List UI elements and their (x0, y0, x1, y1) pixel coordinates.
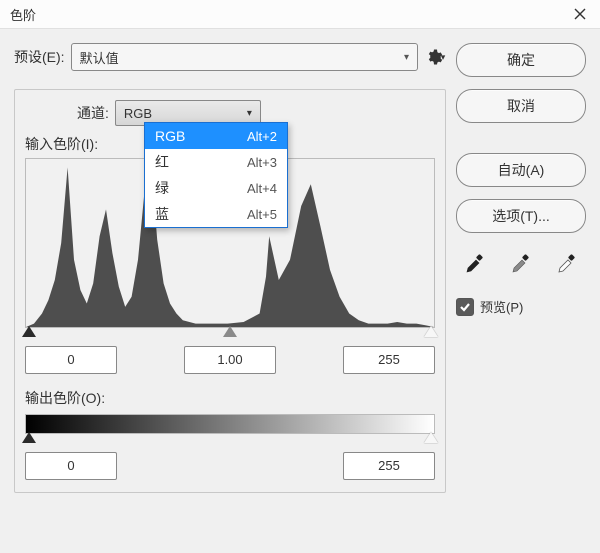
preset-combo[interactable]: 默认值 ▾ (71, 43, 418, 71)
eyedropper-black-icon (462, 252, 488, 276)
channel-option-shortcut: Alt+4 (247, 181, 277, 196)
chevron-down-icon: ▾ (404, 52, 409, 63)
eyedropper-gray-button[interactable] (502, 249, 540, 279)
window-title: 色阶 (10, 5, 36, 24)
channel-dropdown[interactable]: RGB Alt+2 红 Alt+3 绿 Alt+4 蓝 Alt+5 (144, 122, 288, 228)
preview-label: 预览(P) (480, 297, 523, 316)
auto-button[interactable]: 自动(A) (456, 153, 586, 187)
preview-row: 预览(P) (456, 297, 586, 316)
options-button[interactable]: 选项(T)... (456, 199, 586, 233)
channel-value: RGB (124, 106, 152, 121)
channel-option[interactable]: RGB Alt+2 (145, 123, 287, 149)
output-low-field[interactable]: 0 (25, 452, 117, 480)
preview-checkbox[interactable] (456, 298, 474, 316)
channel-label: 通道: (77, 103, 109, 123)
cancel-button[interactable]: 取消 (456, 89, 586, 123)
eyedropper-white-icon (554, 252, 580, 276)
preset-label: 预设(E): (14, 47, 65, 67)
channel-option[interactable]: 红 Alt+3 (145, 149, 287, 175)
channel-option-label: 绿 (155, 178, 169, 198)
channel-option-shortcut: Alt+3 (247, 155, 277, 170)
close-icon (574, 8, 586, 20)
sidebar: 确定 取消 自动(A) 选项(T)... (456, 43, 586, 539)
titlebar: 色阶 (0, 0, 600, 29)
eyedropper-row (456, 249, 586, 279)
levels-dialog: 色阶 预设(E): 默认值 ▾ ▾ (0, 0, 600, 553)
channel-option-label: RGB (155, 128, 185, 144)
channel-option-shortcut: Alt+5 (247, 207, 277, 222)
channel-option[interactable]: 蓝 Alt+5 (145, 201, 287, 227)
close-button[interactable] (566, 2, 594, 26)
input-midtone-field[interactable]: 1.00 (184, 346, 276, 374)
input-values-row: 0 1.00 255 (25, 346, 435, 374)
ok-button[interactable]: 确定 (456, 43, 586, 77)
output-low-slider[interactable] (22, 432, 36, 443)
preset-menu-button[interactable]: ▾ (424, 46, 446, 68)
eyedropper-gray-icon (508, 252, 534, 276)
output-high-field[interactable]: 255 (343, 452, 435, 480)
input-highlight-field[interactable]: 255 (343, 346, 435, 374)
preset-value: 默认值 (80, 48, 119, 67)
chevron-down-icon: ▾ (247, 108, 252, 119)
output-slider-track (26, 423, 434, 435)
output-values-row: 0 255 (25, 452, 435, 480)
input-slider-track (26, 317, 434, 329)
output-high-slider[interactable] (424, 432, 438, 443)
gear-menu-caret: ▾ (441, 52, 446, 63)
eyedropper-black-button[interactable] (456, 249, 494, 279)
channel-option-label: 红 (155, 152, 169, 172)
input-shadow-slider[interactable] (22, 326, 36, 337)
channel-option[interactable]: 绿 Alt+4 (145, 175, 287, 201)
check-icon (459, 301, 471, 313)
output-levels-label: 输出色阶(O): (25, 388, 435, 408)
eyedropper-white-button[interactable] (548, 249, 586, 279)
channel-option-shortcut: Alt+2 (247, 129, 277, 144)
output-gradient (25, 414, 435, 434)
channel-option-label: 蓝 (155, 204, 169, 224)
preset-row: 预设(E): 默认值 ▾ ▾ (14, 43, 446, 71)
input-shadow-field[interactable]: 0 (25, 346, 117, 374)
input-midtone-slider[interactable] (223, 326, 237, 337)
input-highlight-slider[interactable] (424, 326, 438, 337)
levels-group: 通道: RGB ▾ 输入色阶(I): (14, 89, 446, 493)
